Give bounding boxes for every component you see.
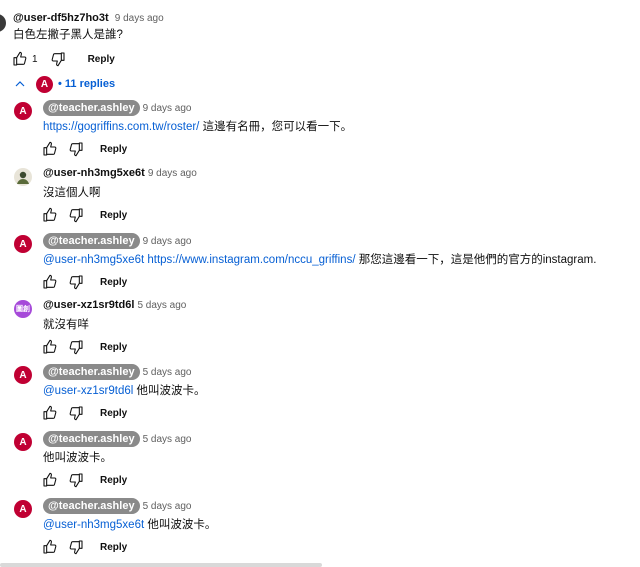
reply-time[interactable]: 5 days ago (143, 367, 192, 378)
reply-avatar[interactable]: A (14, 500, 32, 518)
reply-avatar[interactable]: A (14, 235, 32, 253)
reply-text: @user-nh3mg5xe6t 他叫波波卡。 (43, 517, 216, 533)
reply-button[interactable]: Reply (100, 144, 127, 155)
replies-toggle[interactable]: A • 11 replies (14, 75, 115, 93)
reply-time[interactable]: 5 days ago (143, 434, 192, 445)
reply-header: @user-nh3mg5xe6t 9 days ago (43, 166, 197, 181)
like-icon[interactable] (40, 139, 60, 159)
reply-actions: Reply (40, 337, 127, 357)
reply-avatar[interactable]: A (14, 433, 32, 451)
chevron-up-icon[interactable] (14, 77, 28, 91)
reply-link[interactable]: @user-xz1sr9td6l (43, 385, 136, 397)
reply-author[interactable]: @user-xz1sr9td6l (43, 299, 134, 311)
avatar[interactable] (0, 14, 6, 32)
reply-avatar[interactable] (14, 168, 32, 186)
reply-text: @user-nh3mg5xe6t https://www.instagram.c… (43, 252, 596, 268)
dislike-icon[interactable] (48, 49, 68, 69)
like-icon[interactable] (40, 470, 60, 490)
dislike-icon[interactable] (66, 139, 86, 159)
dislike-icon[interactable] (66, 272, 86, 292)
reply-author[interactable]: @teacher.ashley (43, 100, 140, 116)
reply-link[interactable]: @user-nh3mg5xe6t (43, 519, 147, 531)
like-icon[interactable] (40, 272, 60, 292)
reply-header: @teacher.ashley 5 days ago (43, 498, 192, 514)
reply-text: https://gogriffins.com.tw/roster/ 這邊有名冊，… (43, 119, 352, 135)
reply-actions: Reply (40, 205, 127, 225)
reply-text-segment: 那您這邊看一下，這是他們的官方的instagram. (355, 254, 597, 266)
like-icon[interactable] (40, 337, 60, 357)
reply-text-segment: 這邊有名冊，您可以看一下。 (199, 121, 353, 133)
reply-text-segment: 他叫波波卡。 (43, 452, 112, 464)
reply-button[interactable]: Reply (100, 277, 127, 288)
reply-text: 他叫波波卡。 (43, 450, 112, 466)
like-icon[interactable] (40, 403, 60, 423)
toggle-avatar: A (36, 75, 53, 93)
reply-avatar[interactable]: A (14, 102, 32, 120)
reply-header: @teacher.ashley 9 days ago (43, 100, 192, 116)
reply-time[interactable]: 5 days ago (143, 501, 192, 512)
comment-actions: 1 Reply (10, 49, 115, 69)
dislike-icon[interactable] (66, 537, 86, 557)
reply-time[interactable]: 9 days ago (143, 236, 192, 247)
reply-time[interactable]: 9 days ago (143, 103, 192, 114)
reply-button[interactable]: Reply (100, 210, 127, 221)
reply-button[interactable]: Reply (88, 54, 115, 65)
reply-author[interactable]: @teacher.ashley (43, 498, 140, 514)
reply-author[interactable]: @teacher.ashley (43, 233, 140, 249)
reply-actions: Reply (40, 537, 127, 557)
comment-text: 白色左撇子黑人是誰? (13, 29, 123, 41)
reply-text: 沒這個人啊 (43, 185, 101, 201)
reply-text-segment: 他叫波波卡。 (147, 519, 217, 531)
reply-text: @user-xz1sr9td6l 他叫波波卡。 (43, 383, 205, 399)
reply-link[interactable]: https://gogriffins.com.tw/roster/ (43, 121, 199, 133)
reply-button[interactable]: Reply (100, 542, 127, 553)
comment-time[interactable]: 9 days ago (115, 13, 164, 24)
dislike-icon[interactable] (66, 337, 86, 357)
comment-author[interactable]: @user-df5hz7ho3t (13, 12, 109, 24)
reply-link[interactable]: https://www.instagram.com/nccu_griffins/ (147, 254, 355, 266)
reply-author[interactable]: @teacher.ashley (43, 431, 140, 447)
like-icon[interactable] (40, 537, 60, 557)
reply-text-segment: 就沒有咩 (43, 319, 89, 331)
reply-button[interactable]: Reply (100, 342, 127, 353)
reply-actions: Reply (40, 139, 127, 159)
like-count: 1 (32, 53, 38, 65)
reply-text: 就沒有咩 (43, 317, 89, 333)
reply-actions: Reply (40, 403, 127, 423)
reply-button[interactable]: Reply (100, 408, 127, 419)
reply-author[interactable]: @teacher.ashley (43, 364, 140, 380)
reply-header: @user-xz1sr9td6l 5 days ago (43, 298, 186, 313)
reply-header: @teacher.ashley 5 days ago (43, 364, 192, 380)
reply-actions: Reply (40, 272, 127, 292)
dislike-icon[interactable] (66, 470, 86, 490)
replies-count-label[interactable]: • 11 replies (58, 78, 115, 90)
reply-author[interactable]: @user-nh3mg5xe6t (43, 167, 145, 179)
reply-avatar[interactable]: 圖創 (14, 300, 32, 318)
reply-text-segment: 他叫波波卡。 (136, 385, 206, 397)
reply-time[interactable]: 5 days ago (137, 300, 186, 311)
reply-header: @teacher.ashley 9 days ago (43, 233, 192, 249)
reply-text-segment: 沒這個人啊 (43, 187, 101, 199)
reply-button[interactable]: Reply (100, 475, 127, 486)
comment-header: @user-df5hz7ho3t 9 days ago (13, 11, 164, 26)
reply-avatar[interactable]: A (14, 366, 32, 384)
like-icon[interactable] (40, 205, 60, 225)
reply-header: @teacher.ashley 5 days ago (43, 431, 192, 447)
dislike-icon[interactable] (66, 403, 86, 423)
reply-actions: Reply (40, 470, 127, 490)
scrollbar[interactable] (0, 563, 322, 567)
reply-time[interactable]: 9 days ago (148, 168, 197, 179)
dislike-icon[interactable] (66, 205, 86, 225)
reply-link[interactable]: @user-nh3mg5xe6t (43, 254, 147, 266)
like-icon[interactable] (10, 49, 30, 69)
